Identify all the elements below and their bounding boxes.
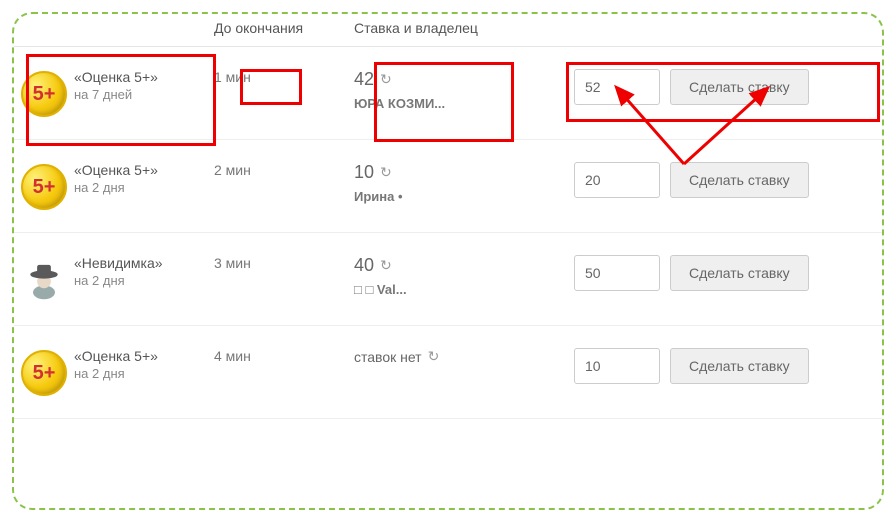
place-bid-button[interactable]: Сделать ставку: [670, 348, 809, 384]
bid-input[interactable]: [574, 69, 660, 105]
bid-input[interactable]: [574, 348, 660, 384]
medal-icon: 5+: [21, 350, 67, 396]
item-subtitle: на 2 дня: [74, 180, 214, 195]
table-row: 5+ «Оценка 5+» на 7 дней 1 мин 42 ↻ ЮРА К…: [14, 47, 882, 140]
table-row: «Невидимка» на 2 дня 3 мин 40 ↻ □ □ Val..…: [14, 233, 882, 326]
time-remaining: 2 мин: [214, 162, 251, 178]
current-bid: 40: [354, 255, 374, 276]
medal-icon: 5+: [21, 164, 67, 210]
refresh-icon[interactable]: ↻: [380, 257, 392, 274]
item-subtitle: на 2 дня: [74, 366, 214, 381]
place-bid-button[interactable]: Сделать ставку: [670, 69, 809, 105]
bid-owner: Ирина •: [354, 189, 524, 204]
table-row: 5+ «Оценка 5+» на 2 дня 4 мин ставок нет…: [14, 326, 882, 419]
item-subtitle: на 7 дней: [74, 87, 214, 102]
bid-owner: □ □ Val...: [354, 282, 524, 297]
table-header: До окончания Ставка и владелец: [14, 14, 882, 47]
header-time: До окончания: [214, 20, 354, 36]
bid-input[interactable]: [574, 162, 660, 198]
current-bid: 10: [354, 162, 374, 183]
no-bids-text: ставок нет: [354, 349, 422, 365]
bid-owner: ЮРА КОЗМИ...: [354, 96, 524, 111]
item-title: «Оценка 5+»: [74, 348, 214, 364]
item-subtitle: на 2 дня: [74, 273, 214, 288]
auction-panel: До окончания Ставка и владелец 5+ «Оценк…: [12, 12, 884, 510]
refresh-icon[interactable]: ↻: [380, 71, 392, 88]
refresh-icon[interactable]: ↻: [380, 164, 392, 181]
item-title: «Оценка 5+»: [74, 69, 214, 85]
current-bid: 42: [354, 69, 374, 90]
place-bid-button[interactable]: Сделать ставку: [670, 162, 809, 198]
header-bid: Ставка и владелец: [354, 20, 574, 36]
medal-icon: 5+: [21, 71, 67, 117]
time-remaining: 3 мин: [214, 255, 251, 271]
time-remaining: 4 мин: [214, 348, 251, 364]
invisible-icon: [21, 257, 67, 303]
item-title: «Оценка 5+»: [74, 162, 214, 178]
time-remaining: 1 мин: [214, 69, 251, 85]
refresh-icon[interactable]: ↻: [428, 348, 440, 365]
place-bid-button[interactable]: Сделать ставку: [670, 255, 809, 291]
item-title: «Невидимка»: [74, 255, 214, 271]
bid-input[interactable]: [574, 255, 660, 291]
table-row: 5+ «Оценка 5+» на 2 дня 2 мин 10 ↻ Ирина …: [14, 140, 882, 233]
